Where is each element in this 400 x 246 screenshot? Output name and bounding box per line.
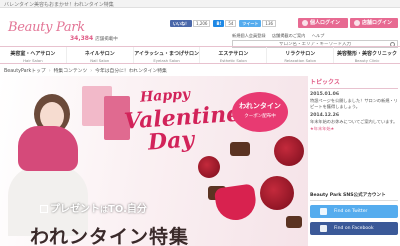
present-suffix: TO.自分 xyxy=(108,204,147,215)
nav-eyelash-salon[interactable]: アイラッシュ・まつげサロン Eyelash Salon xyxy=(134,47,201,63)
sns-panel: Beauty Park SNS公式アカウント Find on Twitter F… xyxy=(310,192,398,246)
breadcrumb-separator: › xyxy=(90,69,93,74)
chocolate xyxy=(286,216,302,228)
breadcrumb-features[interactable]: 特集コンテンツ xyxy=(54,69,88,74)
user-icon xyxy=(302,20,308,26)
nav-sublabel: Hair Salon xyxy=(23,58,43,63)
present-prefix: プレゼント xyxy=(50,204,100,215)
category-nav: 美容室・ヘアサロン Hair Salon ネイルサロン Nail Salon ア… xyxy=(0,46,400,64)
store-info-link[interactable]: 店舗掲載のご案内 xyxy=(272,33,306,38)
tweet-count: 136 xyxy=(262,19,277,27)
store-count-unit: 店舗掲載中 xyxy=(95,37,118,42)
chocolate xyxy=(230,142,250,156)
valentine-hero-banner[interactable]: Happy Valentine's Day われンタイン クーポン配布中 プレゼ… xyxy=(0,76,308,246)
nav-sublabel: Beauty Clinic xyxy=(354,58,380,63)
store-count: 34,384 店舗掲載中 xyxy=(70,35,118,42)
personal-login-label: 個人ログイン xyxy=(310,20,341,26)
model-scarf xyxy=(18,126,78,171)
facebook-icon xyxy=(320,225,327,232)
topic-text[interactable]: 特設ページを公開しました！サロンの新規・リピートを獲得しましょう。 xyxy=(310,98,398,110)
topic-text[interactable]: 年末年始のお休みについてご案内しています。 xyxy=(310,119,398,125)
nav-sublabel: Eyelash Salon xyxy=(153,58,180,63)
nav-relaxation-salon[interactable]: リラクサロン Relaxation Salon xyxy=(267,47,335,63)
store-icon xyxy=(354,20,360,26)
topic-date: 2015.01.06 xyxy=(310,92,340,97)
rose xyxy=(198,156,220,178)
rose xyxy=(260,176,294,210)
twitter-button-label: Find on Twitter xyxy=(334,209,368,214)
coupon-subtitle: クーポン配布中 xyxy=(244,114,276,119)
breadcrumb-separator: › xyxy=(48,69,51,74)
breadcrumb-current: 今年は自分に！われンタイン特集 xyxy=(95,69,167,74)
topics-panel: トピックス 2015.01.06 特設ページを公開しました！サロンの新規・リピー… xyxy=(310,76,398,188)
top-announcement-bar: バレンタイン美容もおまかせ！われンタイン特集 xyxy=(0,0,400,8)
help-link[interactable]: ヘルプ xyxy=(312,33,325,38)
nav-nail-salon[interactable]: ネイルサロン Nail Salon xyxy=(67,47,134,63)
topics-heading: トピックス xyxy=(310,76,398,89)
site-header: Beauty Park 34,384 店舗掲載中 いいね！ 1,206 B! 5… xyxy=(0,8,400,48)
announcement-text[interactable]: バレンタイン美容もおまかせ！われンタイン特集 xyxy=(4,1,114,8)
nav-beauty-clinic[interactable]: 美容整形・美容クリニック Beauty Clinic xyxy=(334,47,400,63)
register-link[interactable]: 新規個人会員登録 xyxy=(232,33,266,38)
breadcrumb-home[interactable]: BeautyParkトップ xyxy=(4,69,46,74)
find-on-twitter-button[interactable]: Find on Twitter xyxy=(310,205,398,218)
nav-label: アイラッシュ・まつげサロン xyxy=(134,51,199,57)
happy-text: Happy xyxy=(139,86,191,106)
store-count-value: 34,384 xyxy=(70,35,94,42)
site-logo[interactable]: Beauty Park xyxy=(8,20,85,35)
nav-label: リラクサロン xyxy=(285,51,316,57)
hatena-count: 54 xyxy=(225,19,237,27)
facebook-button-label: Find on Facebook xyxy=(334,226,374,231)
personal-login-button[interactable]: 個人ログイン xyxy=(298,18,348,28)
hatena-bookmark-button[interactable]: B! xyxy=(213,19,225,27)
social-share: いいね！ 1,206 B! 54 ツイート 136 xyxy=(170,19,277,27)
nav-hair-salon[interactable]: 美容室・ヘアサロン Hair Salon xyxy=(0,47,67,63)
header-sublinks: 新規個人会員登録 店舗掲載のご案内 ヘルプ xyxy=(232,33,329,39)
topic-date: 2014.12.26 xyxy=(310,113,340,118)
tweet-button[interactable]: ツイート xyxy=(239,19,262,27)
like-count: 1,206 xyxy=(193,19,211,27)
present-tagline: プレゼントはTO.自分 xyxy=(40,200,147,215)
find-on-facebook-button[interactable]: Find on Facebook xyxy=(310,222,398,235)
nav-label: エステサロン xyxy=(218,51,249,57)
nav-label: 美容室・ヘアサロン xyxy=(10,51,56,57)
present-middle: は xyxy=(100,205,108,214)
coupon-title: われンタイン xyxy=(239,102,281,110)
nav-sublabel: Nail Salon xyxy=(90,58,110,63)
nav-sublabel: Esthetic Salon xyxy=(219,58,247,63)
nav-sublabel: Relaxation Salon xyxy=(284,58,317,63)
store-login-button[interactable]: 店舗ログイン xyxy=(350,18,398,28)
sns-heading: Beauty Park SNS公式アカウント xyxy=(310,192,398,201)
rose xyxy=(274,136,304,166)
topic-item[interactable]: 2014.12.26 年末年始のお休みについてご案内しています。 ★年末年始★ xyxy=(310,113,398,132)
coupon-badge[interactable]: われンタイン クーポン配布中 xyxy=(232,92,288,132)
nav-label: 美容整形・美容クリニック xyxy=(337,51,398,57)
day-text: Day xyxy=(147,126,195,156)
feature-title: われンタイン特集 xyxy=(30,226,190,246)
gift-icon xyxy=(40,205,48,213)
twitter-icon xyxy=(320,208,327,215)
topic-item[interactable]: 2015.01.06 特設ページを公開しました！サロンの新規・リピートを獲得しま… xyxy=(310,92,398,110)
nav-label: ネイルサロン xyxy=(84,51,115,57)
breadcrumb: BeautyParkトップ › 特集コンテンツ › 今年は自分に！われンタイン特集 xyxy=(4,67,167,74)
topic-highlight: ★年末年始★ xyxy=(310,126,335,131)
store-login-label: 店舗ログイン xyxy=(362,20,393,26)
nav-esthetic-salon[interactable]: エステサロン Esthetic Salon xyxy=(200,47,268,63)
facebook-like-button[interactable]: いいね！ xyxy=(170,19,192,27)
